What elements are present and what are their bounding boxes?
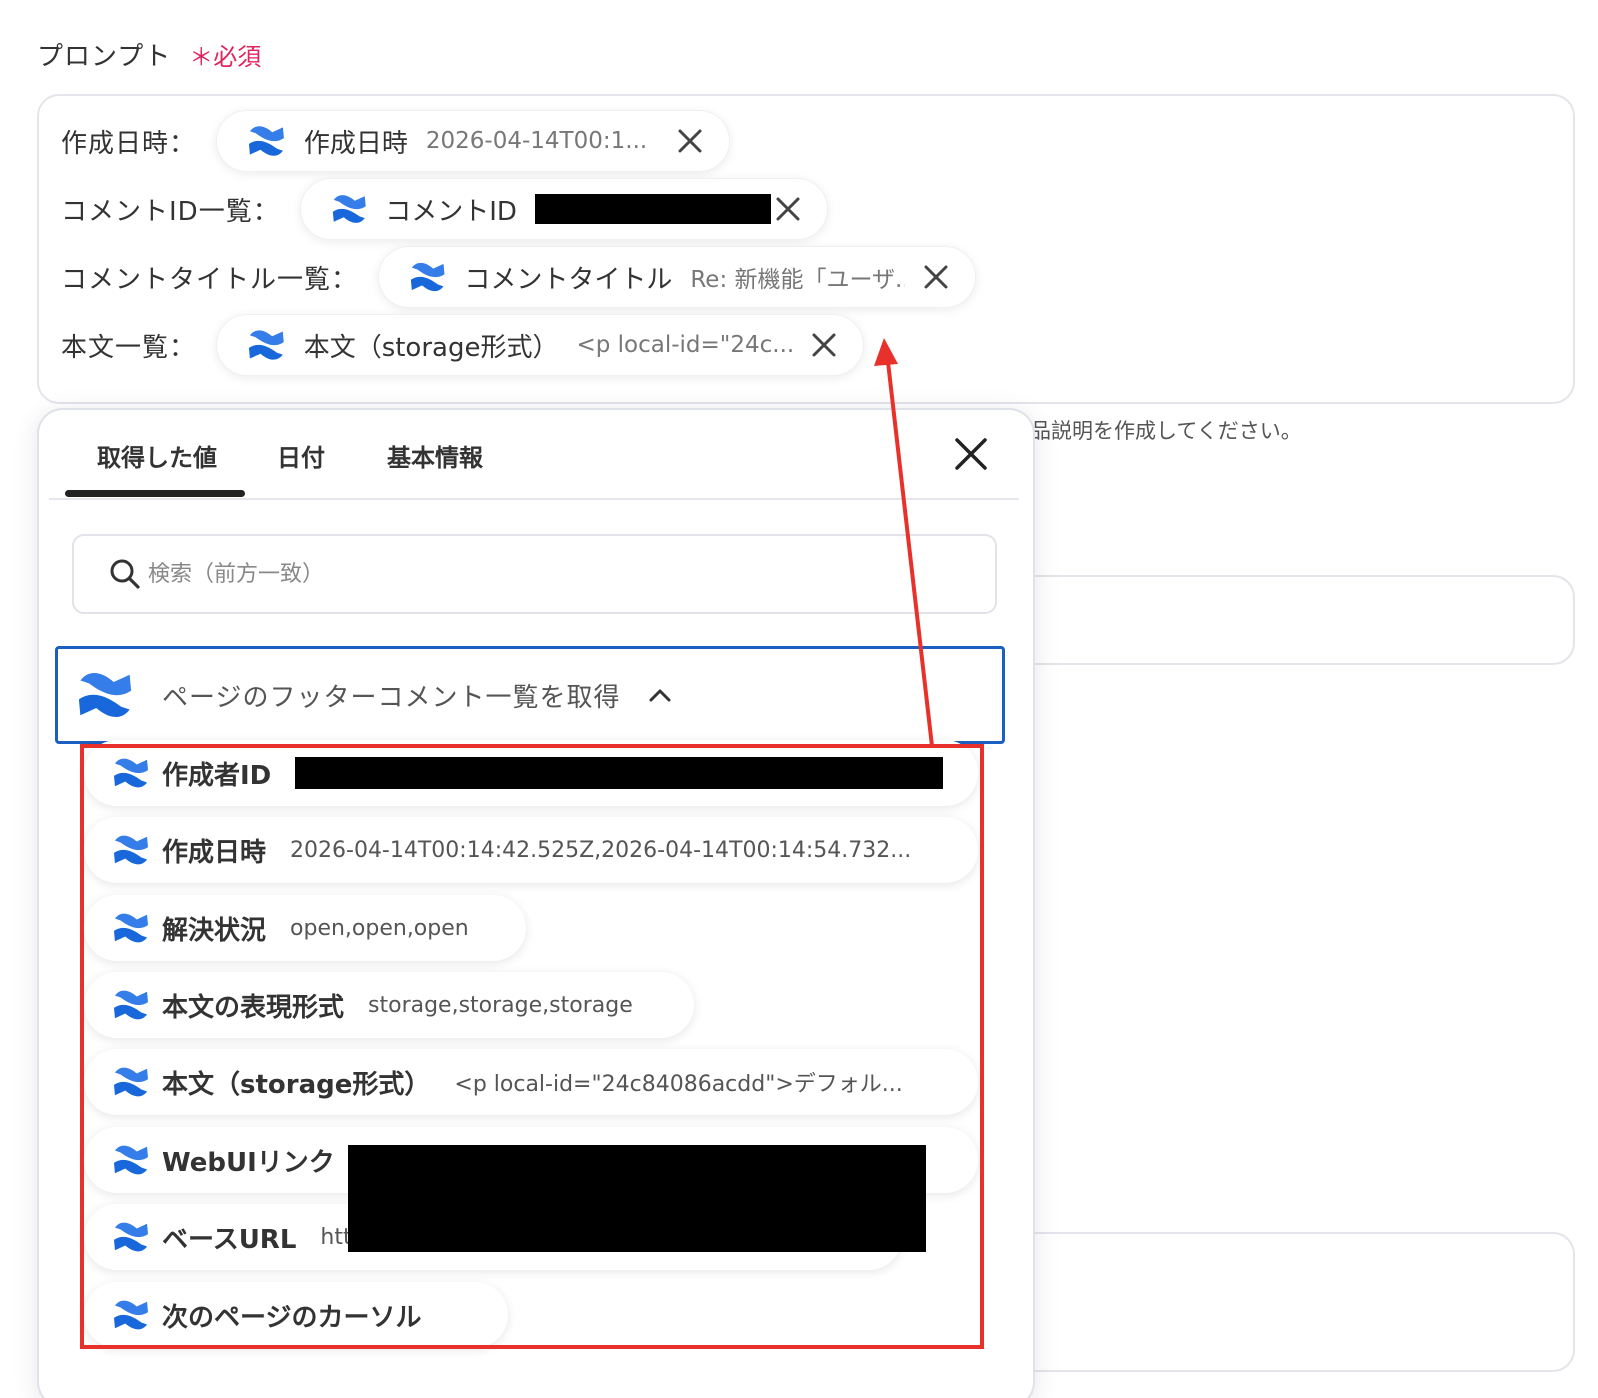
tab-basic-info[interactable]: 基本情報 <box>387 438 483 473</box>
prompt-key: コメントタイトル一覧： <box>61 264 359 295</box>
variable-chip[interactable]: コメントタイトル Re: 新機能「ユーザ... <box>378 246 977 308</box>
prompt-key: 本文一覧： <box>61 332 197 363</box>
close-icon[interactable] <box>809 330 839 360</box>
chip-value: <p local-id="24c... <box>576 332 794 358</box>
background-input <box>1015 575 1575 665</box>
panel-tabs: 取得した値 日付 基本情報 <box>49 410 1019 500</box>
prompt-line-comment-title: コメントタイトル一覧： コメントタイトル Re: 新機能「ユーザ... <box>61 246 977 308</box>
close-icon[interactable] <box>951 434 991 474</box>
prompt-field-label-row: プロンプト ＊必須 <box>37 36 261 72</box>
group-header-footer-comments[interactable]: ページのフッターコメント一覧を取得 <box>55 646 1005 744</box>
group-title: ページのフッターコメント一覧を取得 <box>162 682 621 713</box>
confluence-logo-icon <box>331 191 368 227</box>
close-icon[interactable] <box>773 194 803 224</box>
tab-fetched-values[interactable]: 取得した値 <box>97 438 217 473</box>
search-icon <box>110 559 140 589</box>
prompt-editor[interactable]: 作成日時： 作成日時 2026-04-14T00:1... コメントID一覧： … <box>37 94 1575 404</box>
confluence-logo-icon <box>409 259 446 295</box>
prompt-label: プロンプト <box>37 41 172 72</box>
highlight-box <box>80 744 984 1349</box>
close-icon[interactable] <box>921 262 951 292</box>
prompt-line-body: 本文一覧： 本文（storage形式） <p local-id="24c... <box>61 314 865 376</box>
chip-name: 本文（storage形式） <box>303 332 559 363</box>
chip-value: Re: 新機能「ユーザ... <box>690 267 906 293</box>
close-icon[interactable] <box>675 126 705 156</box>
chip-name: コメントID <box>385 196 517 227</box>
search-field[interactable] <box>72 534 997 614</box>
background-helper-text: 品説明を作成してください。 <box>1030 419 1302 443</box>
tab-date[interactable]: 日付 <box>277 438 325 473</box>
prompt-key: 作成日時： <box>61 128 197 159</box>
background-input <box>1015 1232 1575 1372</box>
chip-name: コメントタイトル <box>464 264 673 295</box>
search-input[interactable] <box>148 561 928 587</box>
variable-chip[interactable]: 本文（storage形式） <p local-id="24c... <box>216 314 865 376</box>
confluence-logo-icon <box>247 327 286 363</box>
required-badge: ＊必須 <box>189 42 262 71</box>
chip-value: 2026-04-14T00:1... <box>425 128 648 154</box>
variable-chip[interactable]: 作成日時 2026-04-14T00:1... <box>216 110 731 172</box>
prompt-line-created: 作成日時： 作成日時 2026-04-14T00:1... <box>61 110 731 172</box>
confluence-logo-icon <box>247 123 286 159</box>
prompt-key: コメントID一覧： <box>61 196 280 227</box>
variable-chip[interactable]: コメントID <box>299 178 828 240</box>
chip-name: 作成日時 <box>303 128 408 159</box>
active-tab-indicator <box>65 490 245 497</box>
prompt-line-comment-id: コメントID一覧： コメントID <box>61 178 828 240</box>
chevron-up-icon[interactable] <box>646 681 674 709</box>
redacted-value <box>534 194 771 224</box>
confluence-logo-icon <box>76 667 134 723</box>
